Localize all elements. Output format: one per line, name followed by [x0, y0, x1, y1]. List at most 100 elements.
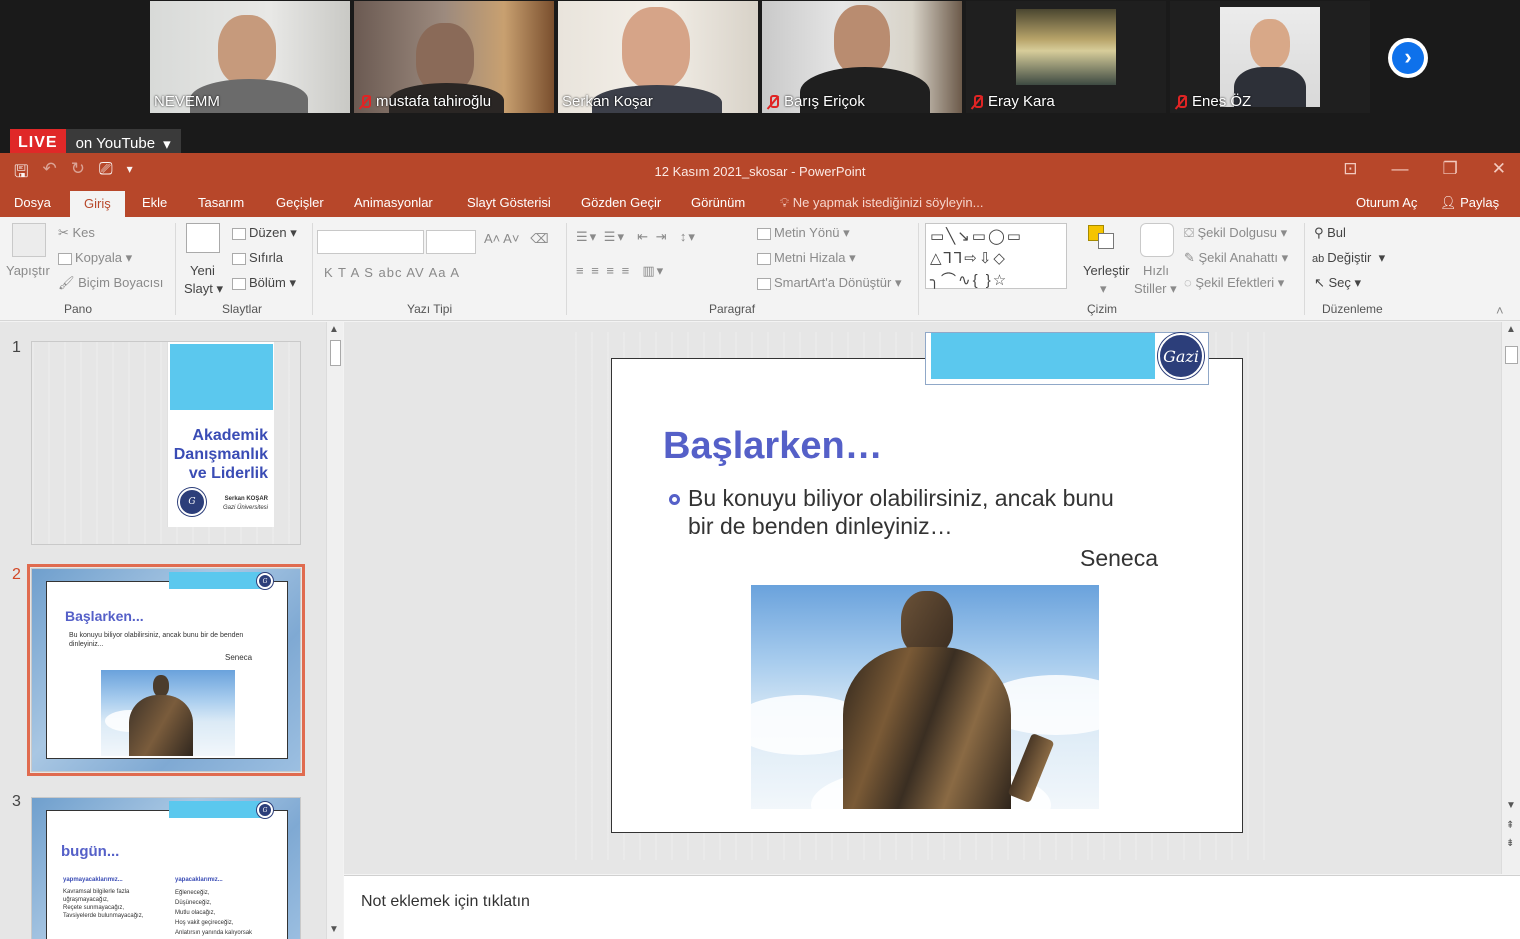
participant-name: mustafa tahiroğlu [376, 93, 492, 110]
shape-outline-button[interactable]: ✎ Şekil Anahattı ▾ [1184, 250, 1288, 266]
reset-button[interactable]: Sıfırla [232, 250, 283, 265]
find-button[interactable]: ⚲ Bul [1314, 225, 1346, 241]
slide-number: 1 [12, 339, 21, 356]
participant-tile-5[interactable]: Eray Kara [966, 1, 1166, 113]
align-text-icon [757, 252, 771, 265]
ribbon-display-icon[interactable]: ⊡ [1343, 159, 1357, 179]
participant-tile-1[interactable]: NEVEMM [150, 1, 350, 113]
quick-styles-icon [1140, 223, 1174, 257]
scroll-up-icon[interactable]: ▲ [1506, 324, 1516, 335]
next-participants-button[interactable]: › [1388, 38, 1428, 78]
redo-icon[interactable]: ↻ [71, 159, 85, 188]
pen-icon: ✎ [1184, 250, 1199, 265]
paste-button[interactable]: Yapıştır [6, 263, 50, 278]
new-slide-button[interactable]: Yeni [190, 263, 215, 278]
slide-thumbnail-3[interactable]: G bugün... yapmayacaklarımız... yapacakl… [31, 797, 301, 939]
right-list: Eğleneceğiz, Düşüneceğiz, Mutlu olacağız… [175, 890, 253, 936]
tab-giris[interactable]: Giriş [70, 191, 125, 217]
replace-button[interactable]: ab Değiştir ▾ [1312, 250, 1385, 266]
tab-ekle[interactable]: Ekle [142, 195, 167, 210]
layout-button[interactable]: Düzen ▾ [232, 225, 297, 241]
notes-pane[interactable]: Not eklemek için tıklatın [344, 875, 1520, 939]
tab-tasarim[interactable]: Tasarım [198, 195, 244, 210]
copy-button[interactable]: Kopyala ▾ [58, 250, 132, 266]
select-button[interactable]: ↖ Seç ▾ [1314, 275, 1361, 291]
font-format-buttons[interactable]: K T A S abc AV Aa A [324, 265, 460, 280]
tell-me-search[interactable]: 💡︎ Ne yapmak istediğinizi söyleyin... [780, 195, 983, 211]
university-seal-icon: G [178, 488, 206, 516]
slide-title[interactable]: Başlarken… [663, 425, 883, 468]
shape-fill-button[interactable]: ⛋ Şekil Dolgusu ▾ [1184, 225, 1287, 241]
scroll-up-icon[interactable]: ▲ [329, 324, 339, 335]
statue-photo[interactable] [751, 585, 1099, 809]
text-direction-button[interactable]: Metin Yönü ▾ [757, 225, 850, 241]
convert-to-smartart-button[interactable]: SmartArt'a Dönüştür ▾ [757, 275, 902, 291]
new-slide-icon [186, 223, 220, 253]
tab-gorunum[interactable]: Görünüm [691, 195, 745, 210]
participant-tile-4[interactable]: Barış Eriçok [762, 1, 962, 113]
copy-icon [58, 252, 72, 265]
group-separator [918, 223, 919, 315]
close-icon[interactable]: ✕ [1492, 159, 1506, 179]
shape-effects-button[interactable]: ◌ Şekil Efektleri ▾ [1184, 275, 1284, 291]
notes-placeholder[interactable]: Not eklemek için tıklatın [361, 893, 530, 911]
minimize-icon[interactable]: — [1392, 159, 1409, 179]
arrange-button[interactable]: Yerleştir [1083, 263, 1129, 278]
tab-dosya[interactable]: Dosya [14, 195, 51, 210]
section-button[interactable]: Bölüm ▾ [232, 275, 296, 291]
align-text-button[interactable]: Metni Hizala ▾ [757, 250, 856, 266]
participant-tile-2[interactable]: mustafa tahiroğlu [354, 1, 554, 113]
mic-muted-icon [1174, 94, 1188, 109]
participant-tile-6[interactable]: Enes ÖZ [1170, 1, 1370, 113]
bullet-text[interactable]: Bu konuyu biliyor olabilirsiniz, ancak b… [688, 484, 1114, 540]
collapse-ribbon-icon[interactable]: ˄ [1496, 303, 1504, 318]
slide-thumbnail-1[interactable]: Akademik Danışmanlık ve Liderlik G Serka… [31, 341, 301, 545]
format-painter-button[interactable]: 🖌︎ Biçim Boyacısı [58, 275, 163, 291]
slide-content: G bugün... yapmayacaklarımız... yapacakl… [46, 801, 288, 939]
list-indent-buttons[interactable]: ☰▾ ☰▾ ⇤ ⇥ ↕▾ [576, 229, 697, 245]
participant-tile-active-speaker[interactable]: Serkan Koşar [558, 1, 758, 113]
scrollbar-thumb[interactable] [1505, 346, 1518, 364]
tab-gozden-gecir[interactable]: Gözden Geçir [581, 195, 661, 210]
quick-styles-dropdown[interactable]: Stiller ▾ [1134, 281, 1177, 297]
font-family-combo[interactable] [317, 230, 424, 254]
tab-gecisler[interactable]: Geçişler [276, 195, 324, 210]
accent-bar [931, 333, 1155, 379]
ribbon: Yapıştır ✂ Kes Kopyala ▾ 🖌︎ Biçim Boyacı… [0, 217, 1520, 321]
author-affiliation: Gazi Üniversitesi [222, 505, 268, 511]
attribution: Seneca [225, 653, 253, 662]
bullet-text: Bu konuyu biliyor olabilirsiniz, ancak b… [69, 632, 244, 648]
save-icon[interactable]: 🖫 [14, 159, 28, 188]
slide-thumbnail-2-selected[interactable]: G Başlarken... Bu konuyu biliyor olabili… [27, 564, 305, 776]
alignment-buttons[interactable]: ≡ ≡ ≡ ≡ ▥▾ [576, 263, 665, 279]
ribbon-tab-bar: Dosya Giriş Ekle Tasarım Geçişler Animas… [0, 189, 1520, 217]
font-size-combo[interactable] [426, 230, 476, 254]
sign-in-link[interactable]: Oturum Aç [1356, 195, 1417, 210]
customize-toolbar-icon[interactable]: ▾ [127, 159, 133, 188]
restore-icon[interactable]: ❐ [1443, 159, 1458, 179]
attribution[interactable]: Seneca [1080, 545, 1158, 572]
scrollbar-thumb[interactable] [330, 340, 341, 366]
quick-styles-button[interactable]: Hızlı [1143, 263, 1169, 278]
scroll-down-icon[interactable]: ▼ [1506, 800, 1516, 811]
cut-button[interactable]: ✂ Kes [58, 225, 95, 241]
main-slide[interactable]: Gazi Başlarken… Bu konuyu biliyor olabil… [575, 332, 1277, 860]
search-icon: ⚲ [1314, 225, 1328, 240]
column-heading: yapacaklarımız... [175, 877, 223, 883]
accent-bar [169, 572, 261, 589]
slide-thumbnail-pane[interactable]: 1 Akademik Danışmanlık ve Liderlik G Ser… [0, 322, 326, 939]
previous-slide-icon[interactable]: ⇞ [1506, 820, 1514, 831]
next-slide-icon[interactable]: ⇟ [1506, 838, 1514, 849]
share-button[interactable]: 👤︎ Paylaş [1440, 195, 1499, 211]
tab-slayt-gosterisi[interactable]: Slayt Gösterisi [467, 195, 551, 210]
slide-scrollbar[interactable]: ▲ ▼ ⇞ ⇟ [1501, 322, 1520, 874]
shapes-gallery[interactable]: ▭╲↘▭◯▭ △⅂⅂⇨⇩◇ ╮⌒∿{ }☆ [925, 223, 1067, 289]
undo-icon[interactable]: ↶ [42, 159, 56, 188]
tab-animasyonlar[interactable]: Animasyonlar [354, 195, 433, 210]
new-slide-dropdown[interactable]: Slayt ▾ [184, 281, 223, 297]
scroll-down-icon[interactable]: ▼ [329, 924, 339, 935]
thumbnail-scrollbar[interactable]: ▲ ▼ [326, 322, 343, 939]
slide-editing-area[interactable]: Gazi Başlarken… Bu konuyu biliyor olabil… [344, 322, 1501, 874]
start-slideshow-icon[interactable]: ⎚ [99, 159, 113, 188]
font-size-buttons[interactable]: A˄ A˅ ⌫ [484, 231, 549, 247]
